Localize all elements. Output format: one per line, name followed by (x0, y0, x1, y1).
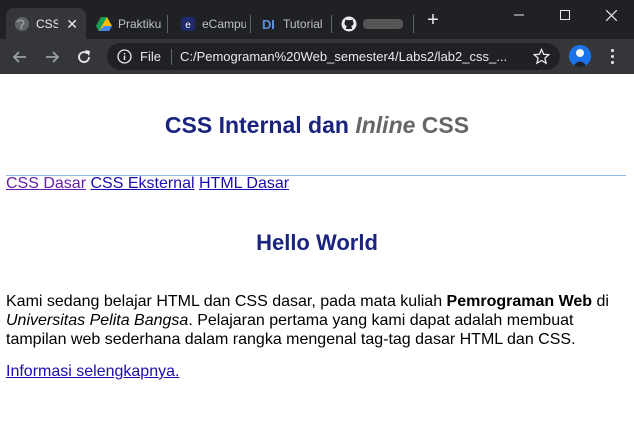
page-title: CSS Internal dan Inline CSS (0, 112, 634, 139)
para-bold: Pemrograman Web (446, 293, 593, 310)
tab-separator (250, 15, 251, 33)
para-italic: Universitas Pelita Bangsa (6, 312, 189, 329)
maximize-button[interactable] (542, 0, 588, 30)
link-html-dasar[interactable]: HTML Dasar (199, 175, 289, 192)
link-css-eksternal[interactable]: CSS Eksternal (90, 175, 194, 192)
svg-text:e: e (185, 20, 191, 31)
page-content: CSS Internal dan Inline CSS CSS Dasar CS… (0, 74, 634, 432)
para-text-1: Kami sedang belajar HTML dan CSS dasar, … (6, 293, 447, 310)
svg-text:D: D (262, 17, 271, 32)
close-window-button[interactable] (588, 0, 634, 30)
arrow-left-icon (12, 51, 26, 63)
more-info-link[interactable]: Informasi selengkapnya. (6, 363, 179, 381)
tab-label: CSS (36, 16, 59, 31)
forward-button[interactable] (42, 47, 62, 67)
scheme-label: File (140, 49, 161, 64)
title-main: CSS Internal dan (164, 112, 356, 138)
google-drive-icon (96, 16, 112, 32)
dicoding-icon: D (261, 16, 277, 32)
ecampus-icon: e (180, 16, 196, 32)
intro-paragraph: Kami sedang belajar HTML dan CSS dasar, … (6, 292, 626, 349)
menu-icon[interactable] (604, 47, 620, 65)
tab-label (363, 18, 403, 29)
arrow-right-icon (46, 51, 60, 63)
tab-css[interactable]: CSS ✕ (6, 8, 86, 39)
url-text[interactable]: C:/Pemograman%20Web_semester4/Labs2/lab2… (180, 49, 520, 64)
tab-github[interactable] (333, 8, 409, 39)
tab-label: Tutorial (283, 16, 323, 31)
nav-links: CSS Dasar CSS Eksternal HTML Dasar (6, 175, 289, 193)
tab-strip: CSS ✕ Praktiku e eCampu D Tutorial + (0, 0, 634, 39)
tab-praktikum[interactable]: Praktiku (88, 8, 162, 39)
github-icon (341, 16, 357, 32)
reload-button[interactable] (74, 47, 94, 67)
avatar[interactable] (569, 45, 591, 67)
reload-icon (78, 50, 90, 63)
omnibox-divider (170, 48, 172, 65)
browser-toolbar: File C:/Pemograman%20Web_semester4/Labs2… (0, 39, 634, 74)
new-tab-button[interactable]: + (423, 10, 443, 30)
tab-label: Praktiku (118, 16, 162, 31)
tab-separator (167, 15, 168, 33)
hello-heading: Hello World (256, 230, 378, 255)
link-css-dasar[interactable]: CSS Dasar (6, 175, 86, 192)
title-italic: Inline (355, 112, 416, 138)
tab-label: eCampu (202, 16, 246, 31)
tab-separator (413, 15, 414, 33)
para-text-2: di (592, 293, 609, 310)
tab-separator (331, 15, 332, 33)
tab-ecampus[interactable]: e eCampu (172, 8, 246, 39)
address-bar[interactable]: File C:/Pemograman%20Web_semester4/Labs2… (107, 43, 560, 70)
title-end: CSS (415, 112, 470, 138)
close-icon[interactable]: ✕ (66, 17, 78, 31)
star-icon[interactable] (532, 47, 551, 65)
tab-tutorial[interactable]: D Tutorial (253, 8, 327, 39)
info-icon[interactable] (117, 49, 132, 64)
minimize-button[interactable] (496, 0, 542, 30)
back-button[interactable] (10, 47, 30, 67)
globe-icon (14, 16, 30, 32)
